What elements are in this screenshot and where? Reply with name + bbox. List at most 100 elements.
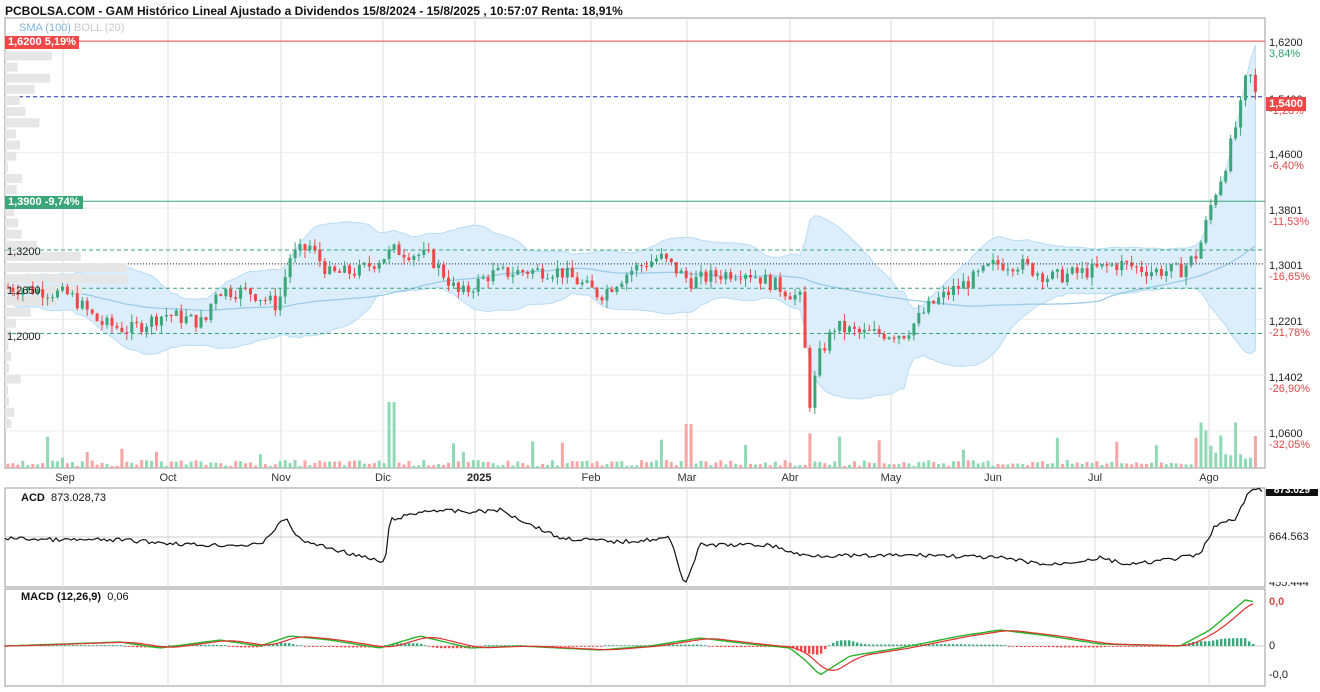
volume-profile-bar bbox=[5, 129, 16, 139]
volume-bar bbox=[714, 462, 718, 468]
macd-histogram-bar bbox=[1076, 646, 1079, 648]
month-label: Sep bbox=[55, 472, 75, 484]
macd-histogram-bar bbox=[432, 646, 435, 648]
volume-bar bbox=[1095, 461, 1099, 468]
volume-bar bbox=[887, 464, 891, 468]
macd-histogram-bar bbox=[600, 646, 603, 647]
macd-histogram-bar bbox=[944, 644, 947, 646]
volume-bar bbox=[357, 460, 361, 468]
volume-bar bbox=[1135, 462, 1139, 468]
candle-body bbox=[95, 313, 99, 322]
candle-body bbox=[818, 348, 822, 376]
candle-body bbox=[867, 329, 871, 331]
macd-histogram-bar bbox=[1252, 643, 1255, 646]
macd-label: MACD (12,26,9) bbox=[21, 591, 102, 603]
volume-bar bbox=[803, 464, 807, 468]
volume-bar bbox=[1174, 463, 1178, 468]
volume-bar bbox=[991, 465, 995, 468]
candle-body bbox=[179, 310, 183, 323]
candle-body bbox=[758, 277, 762, 284]
volume-bar bbox=[1169, 463, 1173, 468]
macd-histogram-bar bbox=[848, 640, 851, 646]
candle-body bbox=[1199, 242, 1203, 259]
volume-bar bbox=[694, 463, 698, 468]
candle-body bbox=[100, 321, 104, 325]
candle-body bbox=[194, 314, 198, 328]
month-label: Nov bbox=[271, 472, 291, 484]
volume-profile-bar bbox=[5, 185, 17, 195]
candle-body bbox=[1249, 74, 1252, 76]
macd-histogram-bar bbox=[716, 646, 719, 647]
volume-bar bbox=[739, 464, 743, 468]
volume-bar bbox=[575, 461, 579, 468]
volume-bar bbox=[798, 465, 802, 468]
macd-histogram-bar bbox=[1128, 646, 1131, 647]
volume-bar bbox=[778, 465, 782, 468]
macd-axis-low: -0,0 bbox=[1269, 669, 1288, 681]
macd-histogram-bar bbox=[64, 645, 67, 646]
macd-histogram-bar bbox=[620, 645, 623, 646]
macd-histogram-bar bbox=[572, 646, 575, 647]
macd-histogram-bar bbox=[836, 641, 839, 647]
volume-bar bbox=[105, 464, 109, 468]
chart-title: PCBOLSA.COM - GAM Histórico Lineal Ajust… bbox=[5, 4, 623, 18]
macd-histogram-bar bbox=[580, 646, 583, 647]
candle-body bbox=[318, 249, 322, 262]
candle-body bbox=[249, 288, 252, 295]
volume-bar bbox=[164, 465, 168, 468]
candle-body bbox=[130, 322, 134, 333]
candle-body bbox=[669, 258, 673, 263]
macd-histogram-bar bbox=[236, 646, 239, 648]
macd-histogram-bar bbox=[940, 644, 943, 646]
macd-histogram-bar bbox=[360, 646, 363, 648]
candle-body bbox=[843, 321, 847, 333]
volume-bar bbox=[288, 463, 292, 468]
candle-body bbox=[219, 294, 223, 297]
macd-histogram-bar bbox=[72, 645, 75, 646]
volume-bar bbox=[1189, 464, 1193, 468]
volume-bar bbox=[927, 460, 931, 468]
volume-bar bbox=[699, 461, 703, 468]
volume-bar bbox=[65, 463, 69, 468]
candle-body bbox=[585, 280, 589, 283]
macd-histogram-bar bbox=[1096, 646, 1099, 648]
sma-label: SMA (100) bbox=[19, 22, 71, 34]
candle-body bbox=[1100, 264, 1104, 267]
volume-bar bbox=[21, 460, 25, 468]
macd-histogram-bar bbox=[868, 644, 871, 646]
volume-bar bbox=[724, 464, 728, 468]
volume-bar bbox=[754, 464, 757, 468]
volume-bar bbox=[491, 463, 495, 468]
macd-histogram-bar bbox=[420, 643, 423, 647]
candle-body bbox=[1209, 204, 1213, 220]
candle-body bbox=[917, 312, 921, 324]
candle-body bbox=[838, 321, 842, 332]
macd-histogram-bar bbox=[984, 644, 987, 647]
volume-bar bbox=[615, 461, 619, 468]
volume-bar bbox=[704, 461, 708, 468]
macd-histogram-bar bbox=[708, 646, 711, 647]
macd-histogram-bar bbox=[1244, 638, 1247, 646]
volume-bar bbox=[16, 464, 20, 468]
volume-bar bbox=[273, 464, 277, 468]
candle-body bbox=[536, 268, 540, 270]
volume-bar bbox=[1051, 463, 1054, 468]
candle-body bbox=[897, 336, 901, 339]
volume-bar bbox=[11, 463, 15, 468]
macd-histogram-bar bbox=[244, 646, 247, 648]
candle-body bbox=[273, 295, 277, 311]
candle-body bbox=[1021, 259, 1025, 270]
volume-bar bbox=[115, 465, 119, 468]
volume-bar bbox=[452, 443, 455, 468]
macd-histogram-bar bbox=[732, 646, 735, 648]
volume-bar bbox=[150, 460, 154, 468]
macd-histogram-bar bbox=[948, 644, 951, 646]
macd-histogram-bar bbox=[588, 646, 591, 647]
candle-body bbox=[199, 317, 203, 328]
candle-body bbox=[595, 287, 599, 298]
macd-histogram-bar bbox=[436, 646, 439, 648]
candle-body bbox=[956, 286, 960, 289]
candle-body bbox=[887, 337, 891, 339]
macd-histogram-bar bbox=[740, 646, 743, 648]
macd-histogram-bar bbox=[140, 646, 143, 648]
